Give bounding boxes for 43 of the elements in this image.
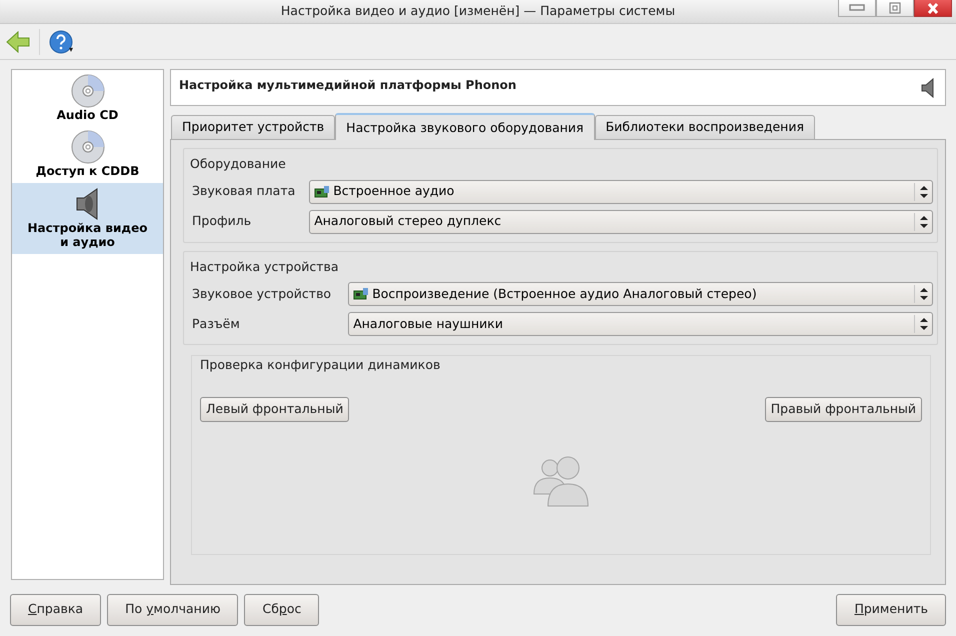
group-title: Оборудование	[190, 154, 287, 173]
footer-button[interactable]: Справка	[10, 594, 102, 626]
close-icon	[927, 2, 939, 14]
sidebar-item[interactable]: Доступ к CDDB	[12, 126, 163, 183]
footer-button[interactable]: По умолчанию	[107, 594, 238, 626]
footer-button[interactable]: Сброс	[244, 594, 320, 626]
help-icon[interactable]	[49, 30, 73, 54]
field-label: Звуковая плата	[192, 182, 296, 200]
spinner-arrows-icon	[920, 186, 928, 198]
field-label: Разъём	[192, 314, 241, 333]
speaker-icon	[74, 186, 100, 221]
disc-icon	[70, 130, 104, 164]
maximize-button[interactable]	[876, 0, 914, 17]
window-title: Настройка видео и аудио [изменён] — Параметры системы	[280, 2, 676, 20]
spinner-arrows-icon	[920, 216, 928, 228]
field-label: Профиль	[192, 212, 252, 230]
minimize-icon	[849, 4, 865, 12]
page-title: Настройка мультимедийной платформы Phonon	[179, 77, 516, 94]
dropdown[interactable]: Аналоговый стерео дуплекс	[309, 210, 933, 234]
back-arrow-icon[interactable]	[6, 30, 30, 52]
tab[interactable]: Настройка звукового оборудования	[335, 113, 595, 140]
field-label: Звуковое устройство	[192, 284, 332, 303]
spinner-arrows-icon	[920, 318, 928, 330]
dropdown[interactable]: Воспроизведение (Встроенное аудио Аналоговый стерео)	[348, 282, 933, 306]
close-button[interactable]	[914, 0, 952, 17]
disc-icon	[70, 74, 104, 108]
sound-card-icon	[353, 287, 370, 302]
sidebar-item[interactable]: Audio CD	[12, 70, 163, 126]
dropdown-arrow[interactable]: ▾	[69, 44, 74, 56]
minimize-button[interactable]	[838, 0, 876, 17]
tab[interactable]: Приоритет устройств	[171, 115, 336, 139]
group-title: Проверка конфигурации динамиков	[200, 356, 442, 374]
footer-button[interactable]: Применить	[836, 594, 946, 626]
sound-card-icon	[314, 184, 330, 198]
group-title: Настройка устройства	[190, 258, 340, 276]
tab[interactable]: Библиотеки воспроизведения	[594, 115, 815, 139]
speaker-test-button[interactable]: Правый фронтальный	[764, 397, 922, 422]
speaker-test-button[interactable]: Левый фронтальный	[200, 397, 350, 422]
dropdown[interactable]: Встроенное аудио	[309, 180, 933, 204]
dropdown[interactable]: Аналоговые наушники	[348, 312, 933, 336]
spinner-arrows-icon	[920, 288, 928, 300]
maximize-icon	[889, 2, 901, 14]
sidebar-item[interactable]: Настройка видео и аудио	[12, 182, 163, 254]
